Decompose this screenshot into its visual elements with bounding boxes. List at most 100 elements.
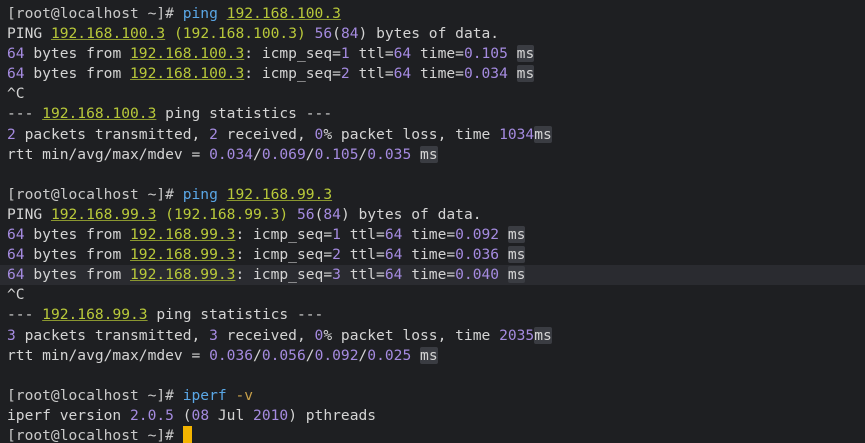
terminal-line: ^C [7,84,865,104]
output-text: ttl= [340,246,385,264]
command-flag: -v [235,386,254,404]
number-value: 2 [340,65,350,83]
output-text: received, [217,125,315,143]
unit-label: ms [507,226,526,244]
number-value: 0.034 [209,145,254,163]
number-value: 0.092 [455,226,500,244]
number-value: 1 [340,45,350,63]
output-text: ) pthreads [288,406,377,424]
output-text: ttl= [340,226,385,244]
number-value: 0.056 [261,346,306,364]
ip-address: 192.168.99.3 [42,306,148,324]
output-text: % packet loss, time [323,125,500,143]
number-value: 64 [393,65,412,83]
output-text: bytes from [24,266,131,284]
output-text: / [305,145,315,163]
terminal-line: PING 192.168.99.3 (192.168.99.3) 56(84) … [7,205,865,225]
terminal-line: 64 bytes from 192.168.99.3: icmp_seq=3 t… [0,265,865,286]
terminal-line: 3 packets transmitted, 3 received, 0% pa… [7,326,865,346]
number-value: 2 [209,125,218,143]
unit-label: ms [516,45,535,63]
number-value: 56 [296,205,315,223]
number-value: 2 [7,125,16,143]
number-value: 1 [332,226,341,244]
unit-label: ms [507,246,526,264]
ip-address: 192.168.100.3 [226,5,341,22]
ip-address-paren: (192.168.100.3) [173,25,306,43]
number-value: 64 [7,65,25,83]
output-text: ^C [7,85,25,103]
output-text: : icmp_seq= [244,65,341,83]
shell-prompt: [root@localhost ~]# [7,5,183,22]
command-text: ping [182,185,227,203]
number-value: 0.092 [314,346,359,364]
output-text: ping statistics --- [147,306,324,324]
number-value: 0.105 [463,45,508,63]
output-text: time= [402,266,456,284]
shell-prompt: [root@localhost ~]# [7,386,183,404]
number-value: 64 [7,246,25,264]
number-value: 84 [340,25,359,43]
terminal-line: [root@localhost ~]# ping 192.168.99.3 [7,185,865,205]
command-text: ping [182,5,227,22]
output-text: / [253,346,262,364]
ip-address: 192.168.99.3 [226,185,333,203]
terminal-window[interactable]: [root@localhost ~]# ping 192.168.100.3 PI… [0,0,865,443]
number-value: 0.036 [209,346,254,364]
unit-label: ms [507,266,526,284]
number-value: 0.105 [314,145,359,163]
terminal-line: [root@localhost ~]# [7,425,865,443]
unit-label: ms [420,145,438,163]
unit-label: ms [534,326,552,344]
ip-address: 192.168.100.3 [130,45,245,63]
number-value: 64 [7,266,25,284]
output-text: / [253,145,262,163]
terminal-line: 64 bytes from 192.168.99.3: icmp_seq=1 t… [7,225,865,245]
ip-address: 192.168.100.3 [42,105,157,123]
output-text: packets transmitted, [15,125,210,143]
number-value: 1034 [499,125,535,143]
ip-address: 192.168.99.3 [130,246,236,264]
number-value: 64 [7,226,25,244]
output-text: ( [332,25,341,43]
shell-prompt: [root@localhost ~]# [7,426,183,443]
terminal-line: [root@localhost ~]# iperf -v [7,386,865,406]
number-value: 0.035 [367,145,412,163]
output-text: bytes from [24,45,131,63]
number-value: 2035 [499,326,535,344]
terminal-line: --- 192.168.100.3 ping statistics --- [7,104,865,124]
shell-prompt: [root@localhost ~]# [7,185,183,203]
output-text: time= [402,246,456,264]
terminal-line: 64 bytes from 192.168.100.3: icmp_seq=1 … [7,44,865,64]
output-text: / [358,346,368,364]
output-text: ttl= [340,266,385,284]
output-text: % packet loss, time [323,326,500,344]
output-text: packets transmitted, [15,326,210,344]
number-value: 64 [393,45,412,63]
number-value: 2010 [253,406,289,424]
terminal-line: ^C [7,285,865,305]
output-text: : icmp_seq= [235,266,333,284]
output-text: iperf version [7,406,131,424]
number-value: 08 [191,406,210,424]
unit-label: ms [420,346,438,364]
terminal-line: --- 192.168.99.3 ping statistics --- [7,305,865,325]
output-text: ) bytes of data. [340,205,482,223]
output-text: ^C [7,286,25,304]
number-value: 3 [209,326,218,344]
output-text: received, [217,326,315,344]
output-text: : icmp_seq= [235,226,333,244]
ip-address: 192.168.99.3 [130,266,236,284]
text-cursor [182,425,192,443]
ip-address: 192.168.99.3 [50,205,157,223]
output-text: Jul [209,406,254,424]
output-text: --- [7,306,43,324]
terminal-line: rtt min/avg/max/mdev = 0.036/0.056/0.092… [7,346,865,366]
